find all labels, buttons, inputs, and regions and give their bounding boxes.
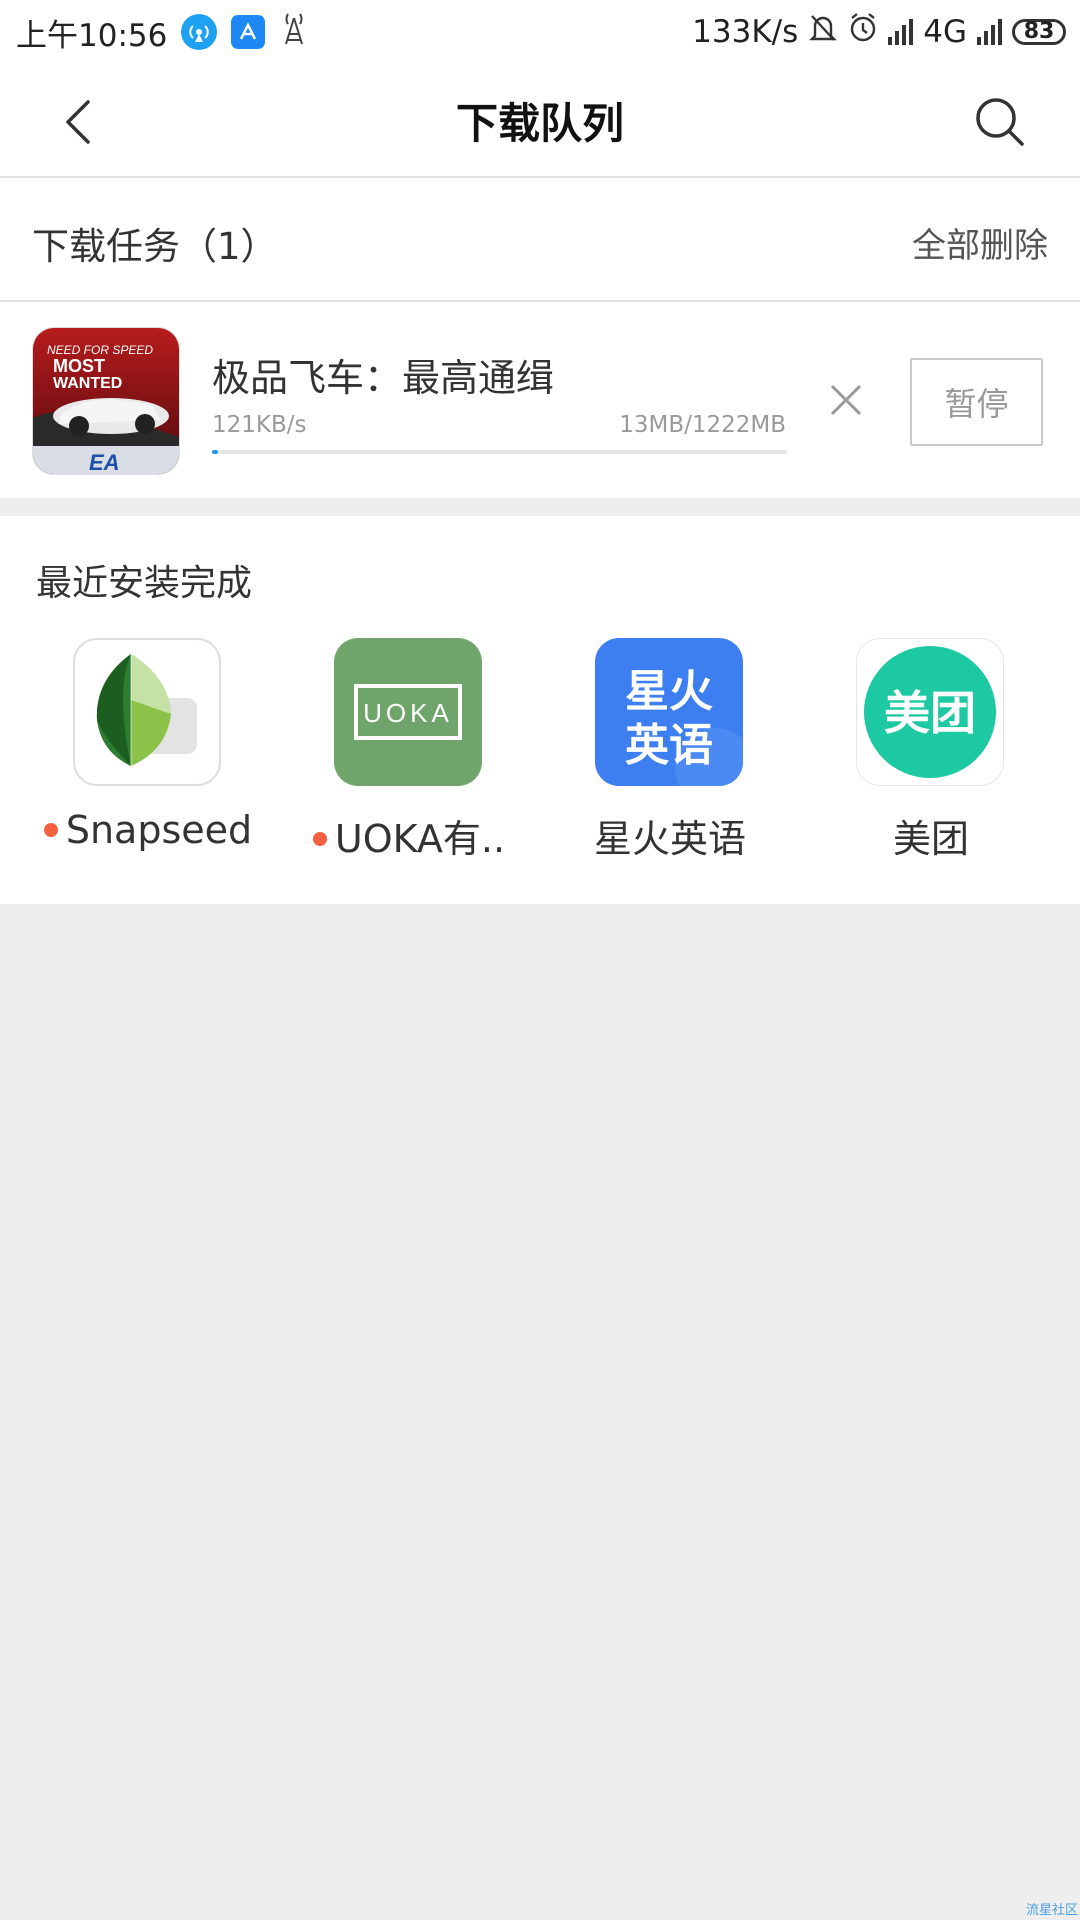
battery-icon: 83 [1012, 19, 1066, 45]
network-type: 4G [923, 14, 967, 50]
task-size: 13MB/1222MB [619, 412, 786, 438]
svg-text:WANTED: WANTED [53, 375, 122, 392]
mute-bell-icon [808, 12, 838, 52]
delete-all-button[interactable]: 全部删除 [912, 218, 1048, 267]
recent-app-meituan[interactable]: 美团 美团 [811, 638, 1051, 878]
download-section-title: 下载任务（1） [32, 225, 278, 268]
snapseed-icon [73, 638, 221, 786]
page-title: 下载队列 [455, 98, 624, 148]
meituan-icon: 美团 [856, 638, 1004, 786]
recent-app-xinghuo[interactable]: 星火 英语 星火英语 [550, 638, 790, 878]
pause-button[interactable]: 暂停 [910, 358, 1043, 446]
app-label: 美团 [892, 817, 969, 861]
new-indicator-dot [43, 822, 58, 837]
task-name: 极品飞车：最高通缉 [212, 356, 555, 400]
new-indicator-dot [312, 831, 327, 846]
download-task-row[interactable]: NEED FOR SPEED MOST WANTED EA 极品飞车：最高通缉 … [0, 302, 1080, 498]
svg-text:NEED FOR SPEED: NEED FOR SPEED [47, 343, 153, 357]
svg-text:星火: 星火 [625, 666, 713, 717]
recent-app-snapseed[interactable]: Snapseed [28, 638, 268, 878]
svg-text:EA: EA [89, 450, 120, 475]
status-time: 上午10:56 [16, 17, 168, 54]
close-icon [830, 384, 862, 416]
app-label: 星火英语 [593, 817, 746, 861]
watermark: 流星社区 [1025, 1903, 1078, 1918]
search-button[interactable] [972, 94, 1028, 150]
svg-text:美团: 美团 [884, 686, 976, 740]
task-speed: 121KB/s [212, 412, 307, 438]
alarm-icon [848, 12, 878, 52]
svg-text:UOKA: UOKA [363, 698, 453, 728]
svg-text:MOST: MOST [53, 356, 105, 376]
svg-text:英语: 英语 [625, 720, 713, 771]
recent-app-uoka[interactable]: UOKA UOKA有.. [289, 638, 529, 878]
signal-icon [977, 19, 1002, 45]
status-bar: 上午10:56 133K/s 4G 83 [0, 0, 1080, 64]
search-icon [976, 98, 1024, 146]
app-label: Snapseed [28, 808, 268, 852]
cancel-download-button[interactable] [826, 380, 866, 420]
app-store-icon [231, 15, 266, 49]
xinghuo-icon: 星火 英语 [595, 638, 743, 786]
download-progress-bar [212, 450, 787, 454]
recent-installs-section: 最近安装完成 Snapseed UOKA UOKA有.. 星火 英语 星火英语 … [0, 516, 1080, 904]
app-label: UOKA有.. [289, 808, 529, 863]
hd-signal-icon [888, 19, 914, 45]
hotspot-icon [181, 14, 218, 50]
net-speed: 133K/s [692, 14, 799, 50]
download-section-header: 下载任务（1） 全部删除 [0, 178, 1080, 302]
signal-tower-icon [279, 10, 309, 54]
app-header: 下载队列 [0, 64, 1080, 178]
nfs-most-wanted-icon: NEED FOR SPEED MOST WANTED EA [32, 327, 180, 475]
recent-installs-title: 最近安装完成 [36, 563, 253, 604]
uoka-icon: UOKA [334, 638, 482, 786]
download-progress-fill [212, 450, 219, 454]
